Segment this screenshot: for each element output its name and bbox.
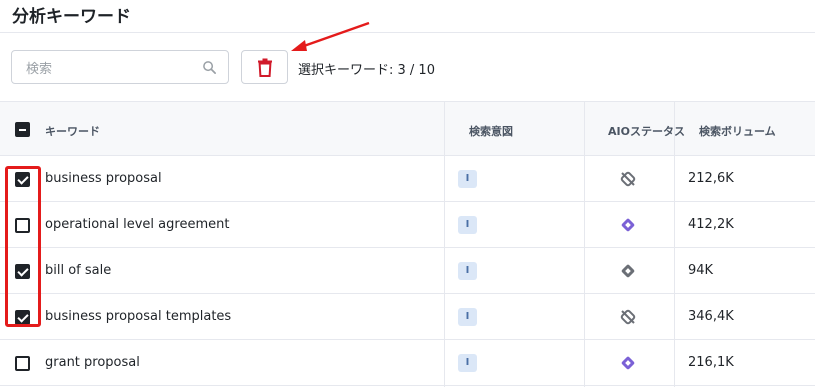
table-row[interactable]: grant proposal I 216,1K [0,340,815,386]
delete-button[interactable] [241,50,288,84]
header-volume[interactable]: 検索ボリューム [699,123,776,139]
divider [0,32,815,33]
table-row[interactable]: bill of sale I 94K [0,248,815,294]
keyword-text: business proposal [45,171,162,186]
aio-present-icon [621,218,635,232]
search-input[interactable] [24,58,198,80]
annotation-arrow [291,21,370,51]
table-header: キーワード 検索意図 AIOステータス 検索ボリューム [0,101,815,156]
column-divider [584,101,585,387]
column-divider [444,101,445,387]
annotation-highlight-box [5,166,41,327]
aio-present-icon [621,356,635,370]
column-divider [674,101,675,387]
intent-badge: I [458,308,477,326]
search-volume: 212,6K [688,171,734,186]
intent-badge: I [458,170,477,188]
page-title: 分析キーワード [12,7,131,27]
intent-badge: I [458,262,477,280]
intent-badge: I [458,354,477,372]
search-icon[interactable] [202,60,217,75]
selected-keywords-count: 選択キーワード: 3 / 10 [298,63,435,78]
trash-icon [258,58,272,77]
search-volume: 94K [688,263,714,278]
keyword-text: operational level agreement [45,217,230,232]
row-checkbox[interactable] [15,356,30,371]
header-intent[interactable]: 検索意図 [469,123,513,139]
intent-badge: I [458,216,477,234]
table-row[interactable]: business proposal I 212,6K [0,156,815,202]
aio-not-present-icon [620,171,636,187]
header-keyword[interactable]: キーワード [45,123,100,139]
search-volume: 216,1K [688,355,734,370]
table-row[interactable]: operational level agreement I 412,2K [0,202,815,248]
search-volume: 346,4K [688,309,734,324]
keyword-text: grant proposal [45,355,140,370]
table-row[interactable]: business proposal templates I 346,4K [0,294,815,340]
keyword-text: bill of sale [45,263,112,278]
search-volume: 412,2K [688,217,734,232]
aio-neutral-icon [621,264,635,278]
select-all-checkbox[interactable] [15,122,30,137]
search-box[interactable] [11,50,229,84]
keyword-text: business proposal templates [45,309,232,324]
aio-not-present-icon [620,309,636,325]
